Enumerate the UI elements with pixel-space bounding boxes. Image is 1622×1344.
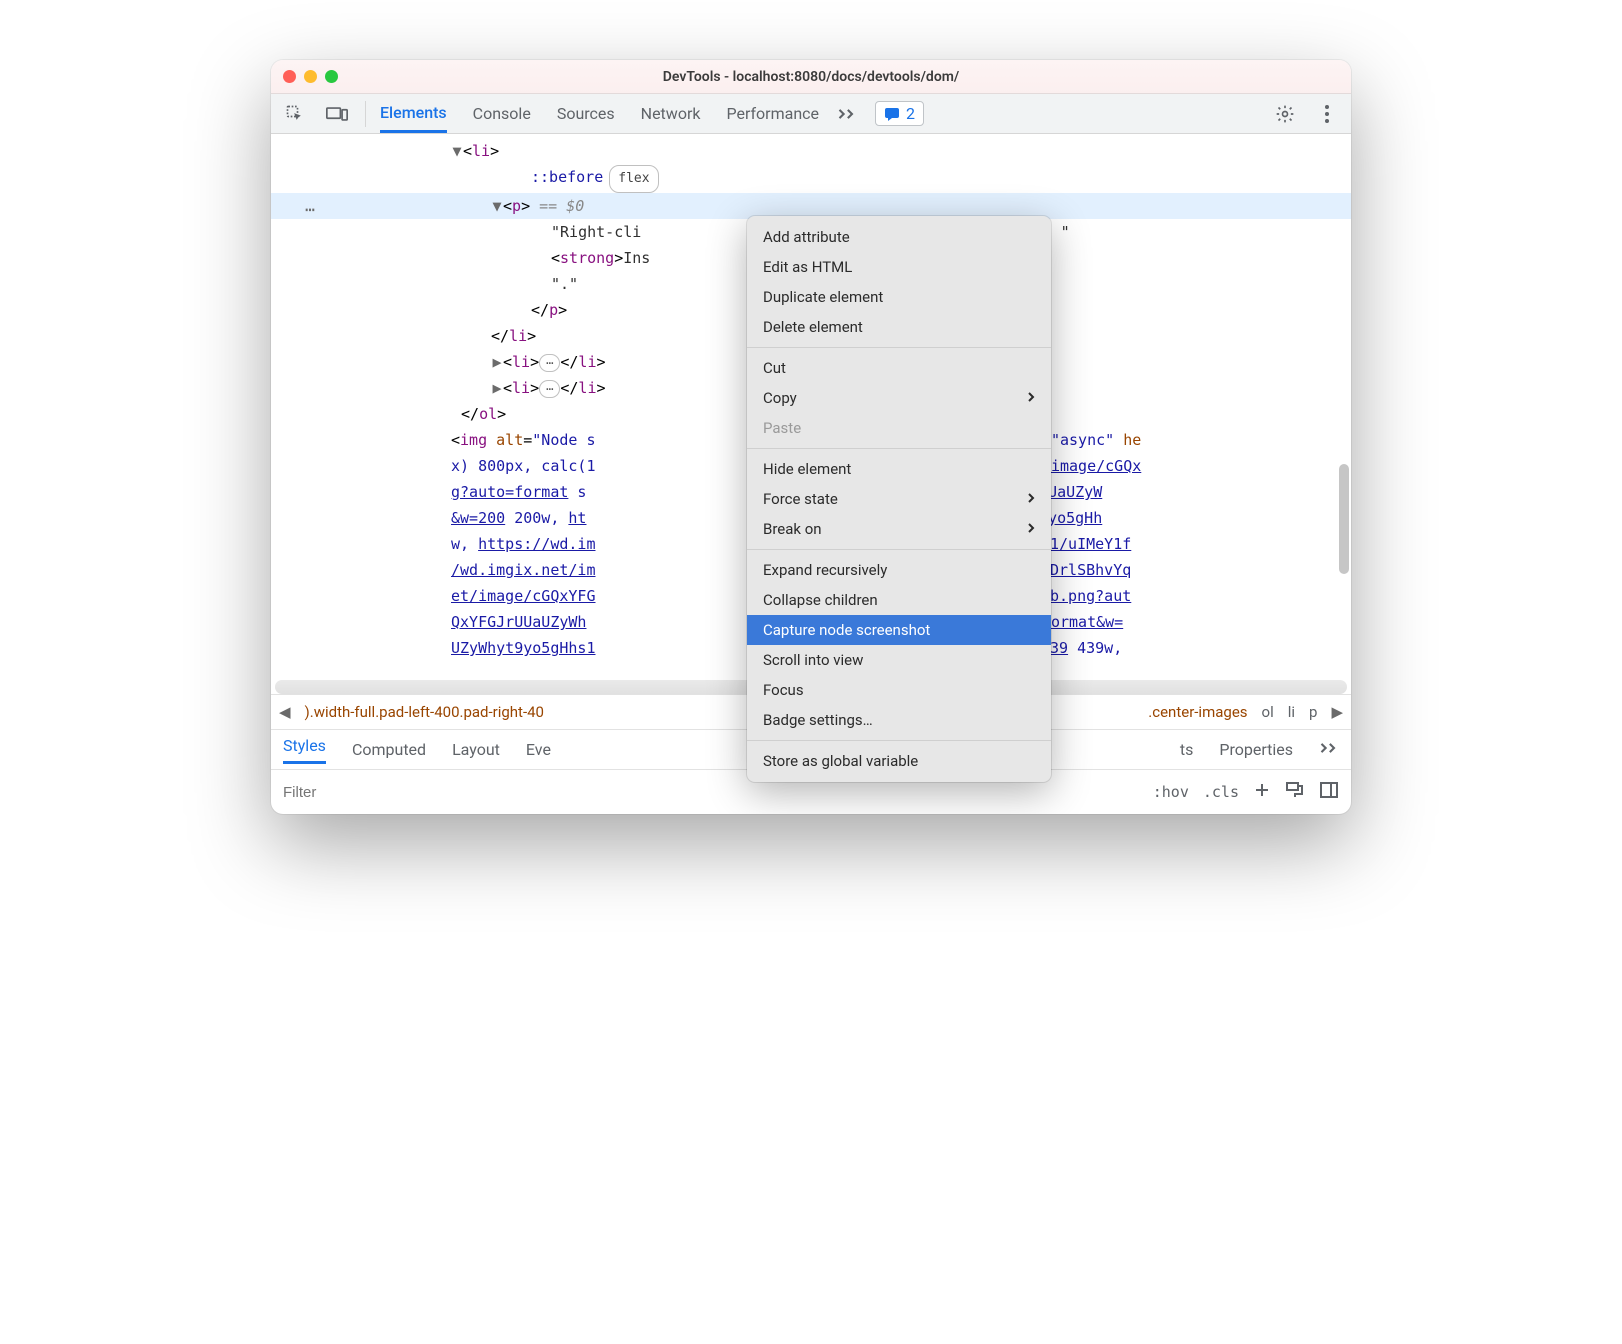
submenu-chevron-icon: [1027, 490, 1035, 508]
context-menu-item: Paste: [747, 413, 1051, 443]
context-menu-item-label: Cut: [763, 359, 786, 377]
collapsed-ellipsis[interactable]: ⋯: [539, 380, 560, 398]
context-menu-item[interactable]: Copy: [747, 383, 1051, 413]
issues-count: 2: [906, 104, 915, 123]
context-menu-item-label: Scroll into view: [763, 651, 863, 669]
context-menu-item[interactable]: Delete element: [747, 312, 1051, 342]
vertical-scrollbar[interactable]: [1339, 464, 1349, 574]
crumb-item[interactable]: p: [1309, 703, 1317, 721]
context-menu-item-label: Break on: [763, 520, 822, 538]
tab-elements[interactable]: Elements: [380, 95, 447, 133]
context-menu-item-label: Copy: [763, 389, 797, 407]
context-menu-item[interactable]: Break on: [747, 514, 1051, 544]
close-window-button[interactable]: [283, 70, 296, 83]
context-menu-item-label: Force state: [763, 490, 838, 508]
context-menu-item[interactable]: Cut: [747, 353, 1051, 383]
gutter-menu-icon[interactable]: ⋯: [301, 197, 319, 217]
subtab-computed[interactable]: Computed: [352, 740, 426, 759]
context-menu-item-label: Badge settings…: [763, 711, 873, 729]
context-menu-item[interactable]: Hide element: [747, 454, 1051, 484]
subtab-layout[interactable]: Layout: [452, 740, 500, 759]
crumb-item[interactable]: li: [1288, 703, 1295, 721]
crumb-item[interactable]: .center-images: [1148, 703, 1247, 721]
context-menu-item[interactable]: Badge settings…: [747, 705, 1051, 735]
new-style-rule-icon[interactable]: [1253, 781, 1271, 803]
context-menu-item-label: Hide element: [763, 460, 851, 478]
subtab-styles[interactable]: Styles: [283, 736, 326, 764]
issues-badge[interactable]: 2: [875, 101, 924, 126]
context-menu-item[interactable]: Scroll into view: [747, 645, 1051, 675]
context-menu-separator: [747, 740, 1051, 741]
styles-paint-icon[interactable]: [1285, 781, 1305, 803]
submenu-chevron-icon: [1027, 520, 1035, 538]
kebab-menu-icon[interactable]: [1313, 100, 1341, 128]
main-toolbar: Elements Console Sources Network Perform…: [271, 94, 1351, 134]
context-menu-item[interactable]: Force state: [747, 484, 1051, 514]
crumb-scroll-right-icon[interactable]: ▶: [1331, 703, 1343, 721]
tab-network[interactable]: Network: [641, 96, 701, 131]
context-menu[interactable]: Add attribute Edit as HTML Duplicate eleme…: [747, 216, 1051, 782]
context-menu-separator: [747, 448, 1051, 449]
submenu-chevron-icon: [1027, 389, 1035, 407]
tab-sources[interactable]: Sources: [557, 96, 615, 131]
context-menu-separator: [747, 549, 1051, 550]
dollar-zero-indicator: == $0: [539, 197, 584, 215]
context-menu-item-label: Capture node screenshot: [763, 621, 930, 639]
styles-filter-input[interactable]: [283, 784, 443, 801]
inspect-element-icon[interactable]: [281, 100, 309, 128]
context-menu-item-label: Focus: [763, 681, 804, 699]
context-menu-item-label: Collapse children: [763, 591, 878, 609]
context-menu-item[interactable]: Store as global variable: [747, 746, 1051, 776]
subtab-events-left[interactable]: Eve: [526, 740, 551, 759]
crumb-item[interactable]: ol: [1262, 703, 1274, 721]
toggle-cls-button[interactable]: .cls: [1203, 783, 1239, 801]
device-toolbar-icon[interactable]: [323, 100, 351, 128]
window-title: DevTools - localhost:8080/docs/devtools/…: [271, 69, 1351, 85]
context-menu-item[interactable]: Edit as HTML: [747, 252, 1051, 282]
more-tabs-chevron-icon[interactable]: [833, 100, 861, 128]
collapsed-ellipsis[interactable]: ⋯: [539, 354, 560, 372]
maximize-window-button[interactable]: [325, 70, 338, 83]
context-menu-item-label: Duplicate element: [763, 288, 883, 306]
computed-panel-icon[interactable]: [1319, 781, 1339, 803]
tab-performance[interactable]: Performance: [726, 96, 819, 131]
context-menu-item[interactable]: Add attribute: [747, 222, 1051, 252]
crumb-item[interactable]: ).width-full.pad-left-400.pad-right-40: [305, 703, 544, 721]
minimize-window-button[interactable]: [304, 70, 317, 83]
settings-gear-icon[interactable]: [1271, 100, 1299, 128]
context-menu-item-label: Expand recursively: [763, 561, 887, 579]
context-menu-item[interactable]: Focus: [747, 675, 1051, 705]
context-menu-item-label: Delete element: [763, 318, 863, 336]
context-menu-item[interactable]: Expand recursively: [747, 555, 1051, 585]
pseudo-before: ::before: [531, 168, 603, 186]
flex-badge[interactable]: flex: [609, 165, 658, 193]
panel-tabs: Elements Console Sources Network Perform…: [380, 95, 819, 133]
context-menu-item-label: Edit as HTML: [763, 258, 852, 276]
traffic-lights: [283, 70, 338, 83]
context-menu-separator: [747, 347, 1051, 348]
context-menu-item-label: Store as global variable: [763, 752, 918, 770]
context-menu-item[interactable]: Duplicate element: [747, 282, 1051, 312]
context-menu-item-label: Add attribute: [763, 228, 850, 246]
toolbar-separator: [365, 101, 366, 127]
subtab-properties[interactable]: Properties: [1219, 740, 1293, 759]
devtools-window: DevTools - localhost:8080/docs/devtools/…: [271, 60, 1351, 814]
more-subtabs-chevron-icon[interactable]: [1319, 740, 1339, 759]
window-titlebar: DevTools - localhost:8080/docs/devtools/…: [271, 60, 1351, 94]
subtab-events-right[interactable]: ts: [1180, 740, 1194, 759]
context-menu-item[interactable]: Collapse children: [747, 585, 1051, 615]
toggle-hov-button[interactable]: :hov: [1153, 783, 1189, 801]
context-menu-item[interactable]: Capture node screenshot: [747, 615, 1051, 645]
tab-console[interactable]: Console: [473, 96, 531, 131]
crumb-scroll-left-icon[interactable]: ◀: [279, 703, 291, 721]
context-menu-item-label: Paste: [763, 419, 801, 437]
